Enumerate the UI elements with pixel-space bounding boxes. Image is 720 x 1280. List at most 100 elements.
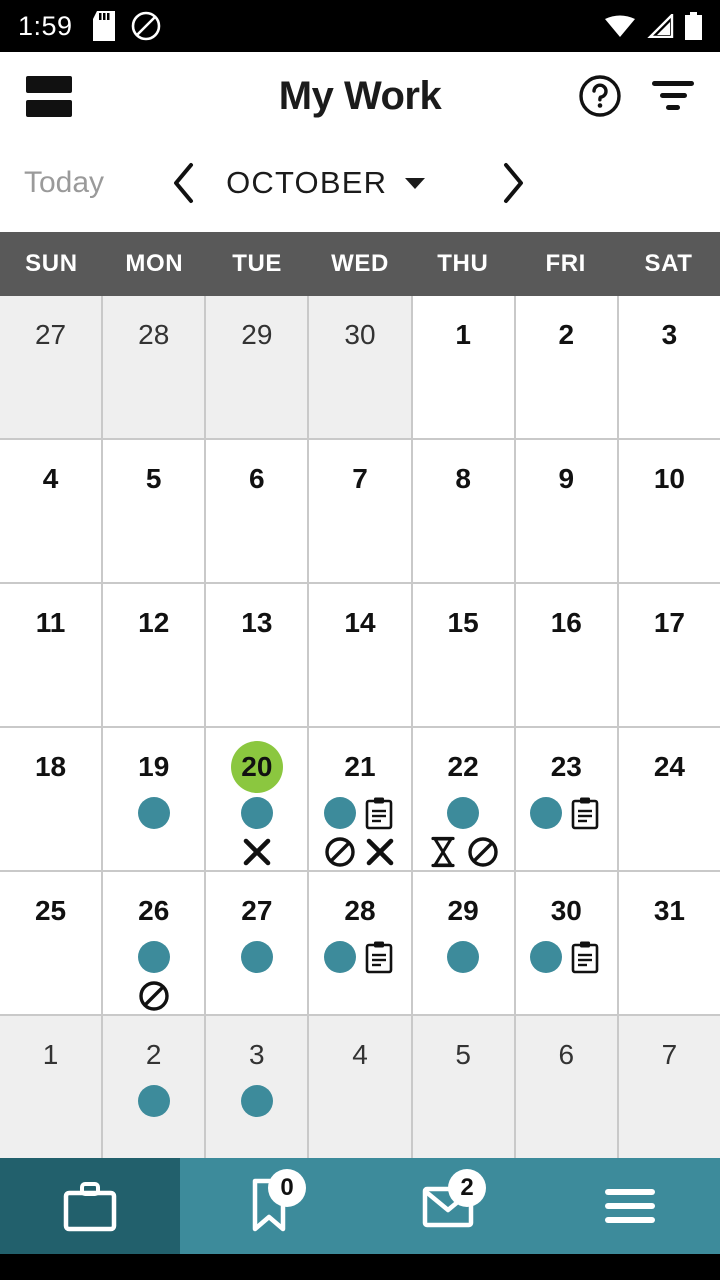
calendar-day-cell[interactable]: 28 [103, 296, 205, 438]
calendar-day-cell[interactable]: 2 [103, 1016, 205, 1158]
event-dot-icon [240, 1085, 273, 1117]
calendar-day-cell[interactable]: 29 [412, 872, 514, 1014]
filter-line-2 [659, 93, 687, 98]
calendar-grid: 27 28 29 30 1 2 3 4 5 6 7 8 9 10 11 12 13 14 15 16 17 18 19 20 2… [0, 296, 720, 1158]
day-number: 30 [344, 319, 376, 350]
calendar-week-row: 27 28 29 30 1 2 3 [0, 296, 720, 438]
day-indicator-row-1 [137, 939, 170, 975]
prev-month-button[interactable] [156, 155, 212, 211]
event-dot-icon [137, 797, 170, 829]
month-navigation-bar: Today OCTOBER [0, 140, 720, 232]
day-indicator-row-1 [240, 939, 273, 975]
day-number: 29 [241, 319, 273, 350]
calendar-day-cell[interactable]: 1 [0, 1016, 102, 1158]
calendar-day-cell[interactable]: 5 [412, 1016, 514, 1158]
calendar-day-cell[interactable]: 19 [103, 728, 205, 870]
nav-tab-messages[interactable]: 2 [360, 1158, 540, 1254]
calendar-day-cell[interactable]: 1 [412, 296, 514, 438]
calendar-day-cell[interactable]: 3 [206, 1016, 308, 1158]
calendar-day-cell[interactable]: 29 [206, 296, 308, 438]
day-number: 24 [653, 751, 685, 782]
weekday-fri: FRI [545, 250, 586, 277]
calendar-day-cell[interactable]: 9 [515, 440, 617, 582]
today-button[interactable]: Today [24, 166, 104, 200]
calendar-day-cell[interactable]: 27 [0, 296, 102, 438]
calendar-day-cell[interactable]: 7 [309, 440, 411, 582]
day-number: 26 [138, 895, 170, 926]
agenda-view-icon[interactable] [26, 74, 72, 118]
day-number: 23 [550, 751, 582, 782]
filter-icon[interactable] [652, 81, 694, 111]
calendar-day-cell[interactable]: 15 [412, 584, 514, 726]
calendar-day-cell[interactable]: 6 [515, 1016, 617, 1158]
calendar-day-cell[interactable]: 17 [618, 584, 720, 726]
day-indicator-row-1 [137, 795, 170, 831]
calendar-day-cell[interactable]: 14 [309, 584, 411, 726]
day-number: 15 [447, 607, 479, 638]
calendar-day-cell[interactable]: 30 [515, 872, 617, 1014]
calendar-day-cell[interactable]: 13 [206, 584, 308, 726]
calendar-day-cell[interactable]: 18 [0, 728, 102, 870]
clipboard-icon [571, 797, 599, 830]
calendar-day-cell[interactable]: 22 [412, 728, 514, 870]
calendar-day-cell[interactable]: 23 [515, 728, 617, 870]
calendar-day-cell[interactable]: 31 [618, 872, 720, 1014]
day-indicator-row-1 [137, 1083, 170, 1119]
day-number: 27 [34, 319, 67, 350]
hamburger-menu-icon [605, 1189, 655, 1223]
prohibited-icon [325, 837, 355, 867]
calendar-day-cell[interactable]: 10 [618, 440, 720, 582]
calendar-day-cell[interactable]: 3 [618, 296, 720, 438]
calendar-day-cell[interactable]: 6 [206, 440, 308, 582]
day-number: 11 [35, 607, 66, 638]
day-indicator-row-1 [323, 795, 396, 831]
calendar-day-cell[interactable]: 4 [309, 1016, 411, 1158]
event-dot-icon [447, 797, 480, 829]
clipboard-icon [365, 941, 393, 974]
event-dot-icon [530, 941, 563, 973]
day-number: 28 [344, 895, 376, 926]
agenda-bar-bottom [26, 99, 72, 117]
day-number: 29 [447, 895, 479, 926]
calendar-day-cell[interactable]: 27 [206, 872, 308, 1014]
calendar-day-cell[interactable]: 7 [618, 1016, 720, 1158]
calendar-day-cell[interactable]: 21 [309, 728, 411, 870]
nav-tab-work[interactable] [0, 1158, 180, 1254]
day-number: 2 [558, 319, 575, 350]
calendar-day-cell[interactable]: 8 [412, 440, 514, 582]
event-dot-icon [137, 941, 170, 973]
calendar-day-cell[interactable]: 2 [515, 296, 617, 438]
status-left-icons [92, 11, 161, 41]
silent-mode-icon [131, 11, 160, 41]
weekday-header-row: SUN MON TUE WED THU FRI SAT [0, 232, 720, 296]
calendar-day-cell[interactable]: 20 [206, 728, 308, 870]
calendar-day-cell[interactable]: 26 [103, 872, 205, 1014]
next-month-button[interactable] [485, 155, 541, 211]
month-label-text: OCTOBER [226, 165, 388, 200]
calendar-day-cell[interactable]: 24 [618, 728, 720, 870]
calendar-day-cell[interactable]: 5 [103, 440, 205, 582]
day-number: 1 [42, 1039, 59, 1070]
calendar-day-cell[interactable]: 30 [309, 296, 411, 438]
nav-tab-more[interactable] [540, 1158, 720, 1254]
month-dropdown[interactable]: OCTOBER [212, 165, 439, 201]
calendar-day-cell[interactable]: 12 [103, 584, 205, 726]
calendar-day-cell[interactable]: 4 [0, 440, 102, 582]
event-dot-icon [240, 941, 273, 973]
agenda-bar-top [26, 75, 72, 93]
calendar-day-cell[interactable]: 25 [0, 872, 102, 1014]
day-number: 3 [661, 319, 678, 350]
weekday-mon: MON [125, 250, 184, 277]
day-number: 22 [447, 751, 479, 782]
nav-tab-bookmarks[interactable]: 0 [180, 1158, 360, 1254]
day-number: 16 [550, 607, 582, 638]
day-number: 25 [34, 895, 67, 926]
briefcase-icon [52, 1175, 128, 1237]
x-mark-icon [366, 838, 394, 866]
day-number: 20 [230, 741, 283, 793]
calendar-day-cell[interactable]: 28 [309, 872, 411, 1014]
calendar-day-cell[interactable]: 11 [0, 584, 102, 726]
help-circle-icon[interactable] [578, 74, 622, 118]
day-number: 28 [138, 319, 170, 350]
calendar-day-cell[interactable]: 16 [515, 584, 617, 726]
